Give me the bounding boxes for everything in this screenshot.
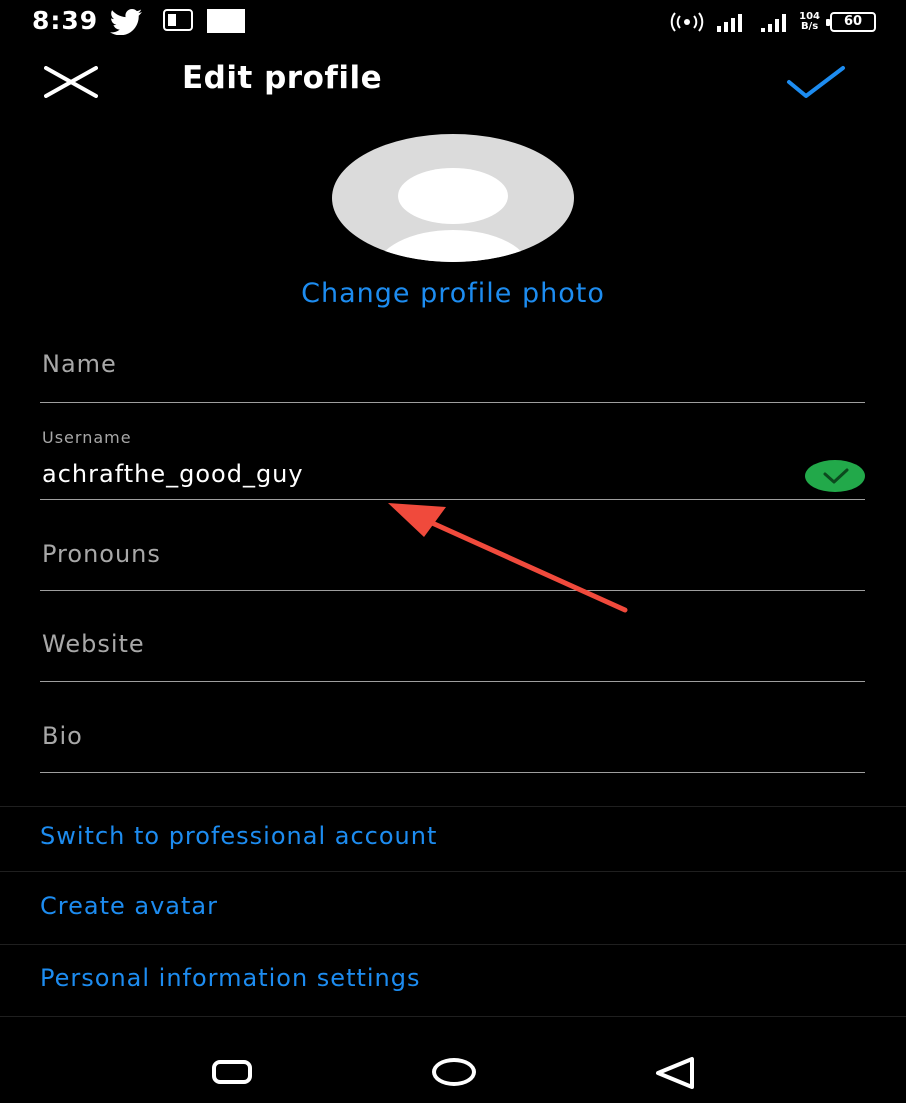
status-bar: 8:39 104 B/s 60	[0, 0, 906, 44]
username-value[interactable]: achrafthe_good_guy	[42, 460, 304, 488]
name-field[interactable]: Name	[40, 330, 865, 403]
switch-professional-link[interactable]: Switch to professional account	[40, 822, 437, 850]
network-speed-unit: B/s	[800, 21, 819, 32]
avatar-head-shape	[398, 168, 508, 224]
username-field[interactable]: Username achrafthe_good_guy	[40, 420, 865, 500]
header: Edit profile	[0, 50, 906, 114]
personal-info-settings-link[interactable]: Personal information settings	[40, 964, 421, 992]
notification-icon	[207, 9, 245, 33]
close-icon[interactable]	[44, 66, 98, 98]
create-avatar-link[interactable]: Create avatar	[40, 892, 218, 920]
recents-icon[interactable]	[212, 1060, 252, 1084]
avatar-body-shape	[376, 230, 530, 262]
page-title: Edit profile	[182, 60, 383, 96]
app-notification-icon	[163, 9, 193, 31]
name-placeholder: Name	[42, 350, 117, 378]
divider	[0, 806, 906, 807]
navigation-bar	[0, 1030, 906, 1103]
checkmark-icon[interactable]	[786, 64, 846, 100]
website-placeholder: Website	[42, 630, 145, 658]
bio-placeholder: Bio	[42, 722, 83, 750]
bio-field[interactable]: Bio	[40, 700, 865, 773]
username-label: Username	[42, 428, 132, 447]
network-speed: 104 B/s	[799, 12, 820, 32]
divider	[0, 871, 906, 872]
status-right: 104 B/s 60	[669, 9, 876, 35]
annotation-arrow	[388, 503, 628, 613]
check-icon	[823, 468, 849, 484]
avatar[interactable]	[332, 134, 574, 262]
divider	[0, 944, 906, 945]
pronouns-placeholder: Pronouns	[42, 540, 161, 568]
home-icon[interactable]	[432, 1058, 476, 1086]
twitter-icon	[109, 9, 142, 35]
status-time: 8:39	[32, 6, 99, 35]
battery-icon: 60	[826, 12, 876, 32]
username-valid-check-icon	[805, 460, 865, 492]
change-profile-photo-link[interactable]: Change profile photo	[0, 278, 906, 309]
divider	[0, 1016, 906, 1017]
signal-icon-1	[717, 14, 743, 32]
signal-icon-2	[761, 14, 787, 32]
back-icon[interactable]	[654, 1056, 696, 1090]
hotspot-icon	[670, 12, 704, 32]
